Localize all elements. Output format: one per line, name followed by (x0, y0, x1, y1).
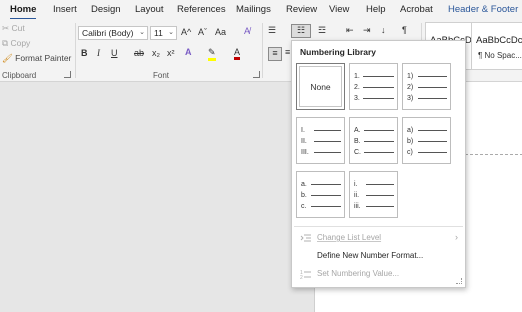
italic-button[interactable]: I (97, 48, 100, 58)
tab-layout[interactable]: Layout (135, 4, 164, 15)
numbering-format-none[interactable]: None (296, 63, 345, 110)
font-launcher-icon[interactable] (253, 71, 260, 78)
font-color-icon[interactable]: A (234, 47, 241, 60)
font-group-label: Font (153, 71, 170, 80)
underline-button[interactable]: U (111, 48, 118, 58)
tab-references[interactable]: References (177, 4, 226, 15)
change-list-level-item[interactable]: Change List Level › (292, 229, 465, 247)
grow-font-button[interactable]: A^ (181, 27, 191, 37)
scissors-icon: ✂ (2, 23, 10, 33)
highlight-icon[interactable]: ✎ (208, 47, 216, 61)
strikethrough-button[interactable]: ab (134, 48, 144, 58)
ribbon-tabs: Home Insert Design Layout References Mai… (0, 0, 522, 20)
chevron-down-icon: ⌄ (139, 29, 145, 36)
copy-icon: ⧉ (2, 38, 9, 48)
clipboard-launcher-icon[interactable] (64, 71, 71, 78)
resize-grip-icon[interactable] (456, 278, 462, 284)
tab-view[interactable]: View (329, 4, 349, 15)
tab-mailings[interactable]: Mailings (236, 4, 271, 15)
numbering-format-alpha-upper[interactable]: A. B. C. (349, 117, 398, 164)
numbering-format-roman-upper[interactable]: I. II. III. (296, 117, 345, 164)
increase-indent-icon[interactable]: ⇥ (363, 25, 371, 36)
style-no-spacing[interactable]: AaBbCcDc ¶ No Spac... (471, 22, 522, 70)
tab-header-footer[interactable]: Header & Footer (448, 4, 518, 15)
ribbon-divider (75, 23, 76, 78)
numbering-format-decimal-paren[interactable]: 1) 2) 3) (402, 63, 451, 110)
tab-help[interactable]: Help (366, 4, 386, 15)
tab-home[interactable]: Home (10, 4, 37, 20)
bullets-icon[interactable]: ☰ (268, 25, 276, 36)
chevron-down-icon: ⌄ (168, 29, 174, 36)
sort-icon[interactable]: ↓ (381, 25, 386, 35)
menu-divider (294, 226, 463, 227)
svg-text:2: 2 (300, 275, 303, 280)
paintbrush-icon: 🖌 (2, 53, 13, 63)
tab-insert[interactable]: Insert (53, 4, 77, 15)
numbering-library-dropdown: Numbering Library None 1. 2. 3. 1) 2) 3)… (291, 40, 466, 288)
tab-design[interactable]: Design (91, 4, 121, 15)
pilcrow-icon[interactable]: ¶ (402, 25, 407, 35)
font-size-combobox[interactable]: 11 ⌄ (150, 26, 177, 40)
align-center-icon[interactable]: ≡ (285, 47, 290, 57)
ribbon-divider (262, 23, 263, 78)
numbering-format-alpha-lower-paren[interactable]: a) b) c) (402, 117, 451, 164)
tab-acrobat[interactable]: Acrobat (400, 4, 433, 15)
decrease-indent-icon[interactable]: ⇤ (346, 25, 354, 36)
subscript-button[interactable]: x₂ (152, 48, 160, 58)
copy-button[interactable]: ⧉ Copy (2, 38, 30, 49)
format-painter-button[interactable]: 🖌 Format Painter (2, 53, 71, 64)
header-boundary (465, 154, 522, 155)
numbering-icon[interactable]: ☷ (291, 24, 311, 38)
chevron-right-icon: › (455, 232, 458, 242)
bold-button[interactable]: B (81, 48, 88, 58)
numbering-value-icon: 1 2 (300, 270, 311, 280)
define-new-number-format-item[interactable]: Define New Number Format... (292, 247, 465, 265)
multilevel-list-icon[interactable]: ☲ (318, 25, 326, 36)
cut-button[interactable]: ✂ Cut (2, 23, 25, 34)
numbering-format-roman-lower[interactable]: i. ii. iii. (349, 171, 398, 218)
align-left-icon[interactable]: ≡ (268, 47, 282, 61)
numbering-format-decimal-period[interactable]: 1. 2. 3. (349, 63, 398, 110)
clipboard-group-label: Clipboard (2, 71, 37, 80)
font-name-combobox[interactable]: Calibri (Body) ⌄ (78, 26, 148, 40)
numbering-library-title: Numbering Library (300, 47, 377, 57)
change-case-button[interactable]: Aa (215, 27, 226, 37)
shrink-font-button[interactable]: Aˇ (198, 27, 207, 37)
numbering-format-alpha-lower-period[interactable]: a. b. c. (296, 171, 345, 218)
text-effects-icon[interactable]: A (185, 47, 192, 57)
set-numbering-value-item[interactable]: 1 2 Set Numbering Value... (292, 265, 465, 283)
list-level-icon (300, 234, 311, 242)
superscript-button[interactable]: x² (167, 48, 175, 58)
clear-formatting-icon[interactable]: A̸ (244, 26, 250, 36)
tab-review[interactable]: Review (286, 4, 317, 15)
